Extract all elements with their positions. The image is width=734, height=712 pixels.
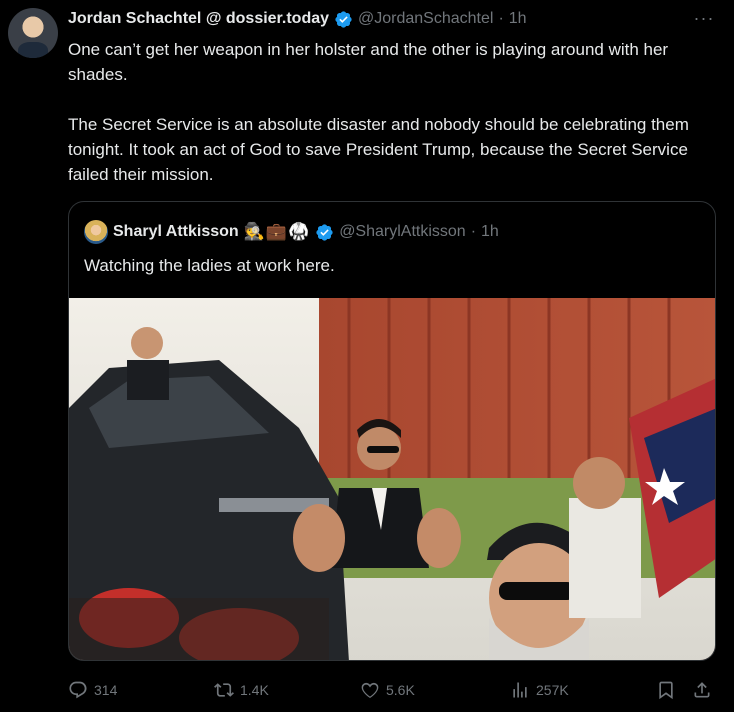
quoted-timestamp: 1h — [481, 223, 499, 240]
tweet-text: One can’t get her weapon in her holster … — [68, 37, 708, 187]
video-thumbnail[interactable] — [69, 298, 715, 660]
verified-badge-icon — [316, 223, 333, 241]
analytics-icon — [513, 682, 527, 698]
tweet-actions: 314 1.4K 5.6K 257K — [68, 676, 718, 704]
like-button[interactable]: 5.6K — [360, 676, 415, 704]
separator-dot: · — [498, 10, 504, 27]
quoted-author-name: Sharyl Attkisson — [113, 223, 239, 240]
more-options-icon[interactable]: ··· — [692, 6, 716, 30]
author-avatar[interactable] — [8, 8, 58, 58]
author-name[interactable]: Jordan Schachtel @ dossier.today — [68, 10, 329, 28]
tweet-card[interactable]: Jordan Schachtel @ dossier.today @Jordan… — [0, 0, 734, 712]
verified-badge-icon[interactable] — [334, 10, 353, 29]
quoted-tweet[interactable]: Sharyl Attkisson 🕵️💼🥋 @SharylAttkisson ·… — [68, 201, 716, 661]
reply-button[interactable]: 314 — [68, 676, 117, 704]
share-icon — [694, 682, 710, 698]
bookmark-icon — [659, 681, 673, 700]
reply-icon — [69, 681, 87, 699]
like-count: 5.6K — [386, 682, 415, 698]
heart-icon — [361, 682, 379, 699]
quoted-tweet-text: Watching the ladies at work here. — [84, 256, 335, 275]
repost-icon — [214, 683, 234, 697]
video-frame-illustration — [69, 298, 715, 660]
quoted-author-emojis: 🕵️💼🥋 — [243, 222, 311, 241]
quoted-author-avatar — [84, 220, 108, 244]
views-button[interactable]: 257K — [510, 676, 569, 704]
tweet-header: Jordan Schachtel @ dossier.today @Jordan… — [68, 8, 527, 30]
author-handle[interactable]: @JordanSchachtel — [358, 10, 493, 28]
view-count: 257K — [536, 682, 569, 698]
tweet-paragraph: One can’t get her weapon in her holster … — [68, 40, 669, 84]
share-button[interactable] — [692, 676, 712, 704]
bookmark-button[interactable] — [656, 676, 676, 704]
separator-dot: · — [470, 223, 477, 240]
repost-button[interactable]: 1.4K — [214, 676, 269, 704]
timestamp[interactable]: 1h — [509, 10, 527, 28]
reply-count: 314 — [94, 682, 118, 698]
repost-count: 1.4K — [240, 682, 269, 698]
quoted-tweet-header: Sharyl Attkisson 🕵️💼🥋 @SharylAttkisson ·… — [84, 220, 499, 244]
tweet-paragraph: The Secret Service is an absolute disast… — [68, 115, 689, 184]
quoted-author-handle: @SharylAttkisson — [339, 223, 466, 240]
